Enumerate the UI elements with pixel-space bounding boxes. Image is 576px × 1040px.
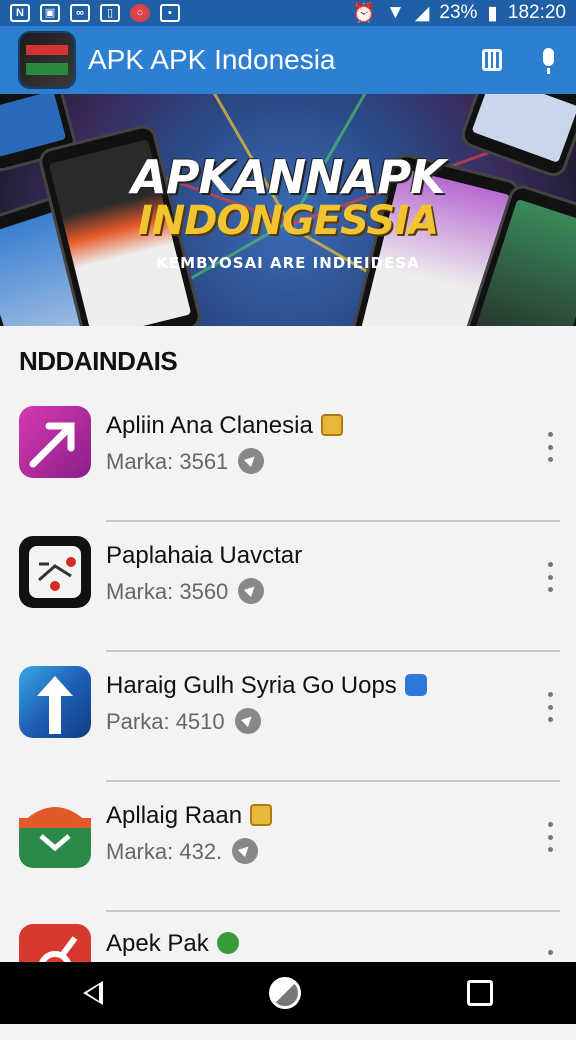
back-button[interactable] [83, 981, 103, 1005]
app-meta: Marka: 432. [106, 838, 259, 865]
banner-subheadline: INDONGESSIA [137, 198, 439, 244]
record-icon: ○ [130, 4, 150, 22]
list-item[interactable]: Apllaig Raan Marka: 432. [0, 782, 576, 912]
send-icon[interactable] [234, 708, 261, 734]
banner-headline: APKANNAPK [131, 150, 446, 204]
list-item[interactable]: Haraig Gulh Syria Go Uops Parka: 4510 [0, 652, 576, 782]
wifi-icon: ▼ [385, 2, 405, 23]
app-name: Apllaig Raan [106, 802, 273, 830]
app-meta: Parka: 4510 [106, 708, 261, 735]
notification-icons: N ▣ ∞ ▯ ○ ▪ [10, 4, 180, 22]
app-logo[interactable] [20, 33, 74, 87]
more-options-button[interactable] [542, 562, 558, 592]
crown-badge-icon [250, 804, 273, 826]
microphone-icon [542, 48, 554, 74]
battery-icon: ▮ [487, 2, 498, 24]
app-name: Paplahaia Uavctar [106, 542, 303, 569]
app-icon [19, 406, 91, 478]
briefcase-icon: ▪ [160, 4, 180, 22]
arrow-icon [29, 422, 75, 468]
app-icon [19, 796, 91, 868]
image-notification-icon: ▣ [40, 4, 60, 22]
send-icon[interactable] [238, 578, 265, 604]
send-icon[interactable] [238, 448, 265, 474]
app-name: Haraig Gulh Syria Go Uops [106, 672, 427, 700]
mail-icon [19, 807, 91, 868]
voicemail-icon: ∞ [70, 4, 90, 22]
signal-icon: ◢ [414, 2, 430, 24]
app-title: APK APK Indonesia [88, 44, 336, 75]
verified-badge-icon [404, 674, 427, 696]
app-bar: APK APK Indonesia [0, 26, 576, 94]
banner-tagline: KEMBYOSAI ARE INDIEIDESA [156, 254, 420, 272]
promo-banner[interactable]: APKANNAPK INDONGESSIA KEMBYOSAI ARE INDI… [0, 94, 576, 326]
recent-apps-button[interactable] [467, 980, 493, 1006]
list-item[interactable]: Paplahaia Uavctar Marka: 3560 [0, 522, 576, 652]
more-options-button[interactable] [542, 692, 558, 722]
columns-icon [482, 49, 502, 71]
clock: 182:20 [507, 2, 566, 23]
section-title: NDDAINDAIS [19, 346, 178, 376]
app-name: Apliin Ana Clanesia [106, 412, 343, 440]
alarm-icon: ⏰ [352, 3, 376, 24]
app-name: Apek Pak [106, 930, 239, 958]
app-meta: Marka: 3560 [106, 578, 265, 605]
apple-badge-icon [216, 932, 239, 954]
more-options-button[interactable] [542, 432, 558, 462]
columns-button[interactable] [464, 32, 520, 88]
navigation-bar [0, 962, 576, 1024]
status-bar: N ▣ ∞ ▯ ○ ▪ ⏰ ▼ ◢ 23% ▮ 182:20 [0, 0, 576, 26]
app-icon [19, 536, 91, 608]
upload-icon [37, 676, 73, 734]
notification-icon: N [10, 4, 30, 22]
home-button[interactable] [269, 977, 301, 1009]
battery-percent: 23% [439, 2, 478, 23]
more-options-button[interactable] [542, 822, 558, 852]
send-icon[interactable] [232, 838, 259, 864]
routes-icon [29, 546, 81, 598]
app-meta: Marka: 3561 [106, 448, 265, 475]
voice-search-button[interactable] [520, 32, 576, 88]
system-icons: ⏰ ▼ ◢ 23% ▮ 182:20 [352, 1, 566, 25]
app-icon [19, 666, 91, 738]
crown-badge-icon [320, 414, 343, 436]
phone-notification-icon: ▯ [100, 4, 120, 22]
list-item[interactable]: Apliin Ana Clanesia Marka: 3561 [0, 392, 576, 522]
